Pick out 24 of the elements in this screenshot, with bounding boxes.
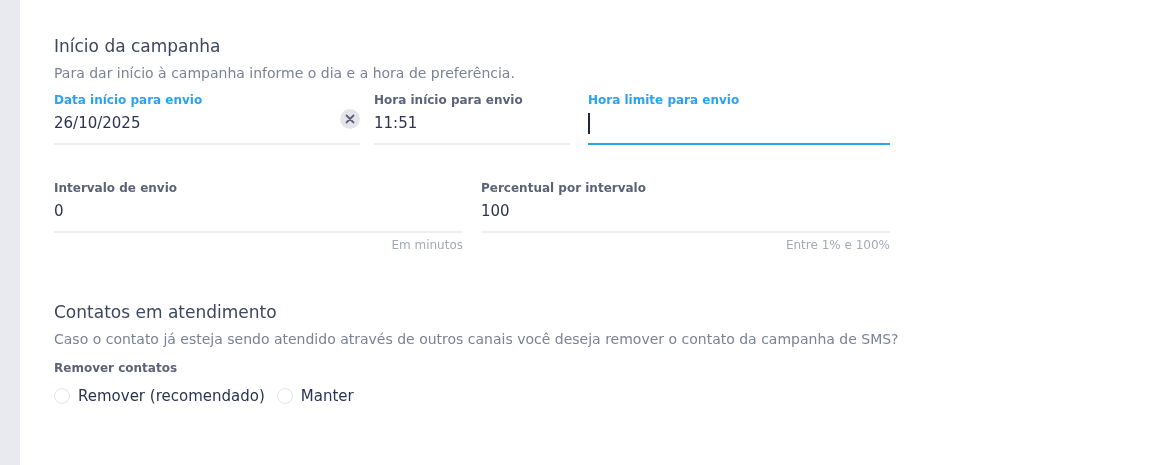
- clear-icon[interactable]: [340, 109, 360, 129]
- radio-option[interactable]: Manter: [276, 387, 354, 405]
- radio-label: Manter: [300, 387, 354, 405]
- input-field[interactable]: Percentual por intervalo 100: [481, 179, 890, 233]
- field-hint: Entre 1% e 100%: [784, 238, 890, 252]
- section-description: Para dar início à campanha informe o dia e a hora de preferência.: [54, 64, 516, 83]
- field-label: Hora início para envio: [374, 92, 524, 109]
- field-hint: Em minutos: [390, 238, 463, 252]
- section-description: Caso o contato já esteja sendo atendido através de outros canais você deseja remover o contato da campanha de SMS?: [54, 330, 900, 349]
- input-field[interactable]: Data início para envio 26/10/2025: [54, 91, 360, 145]
- group-label: Remover contatos: [54, 361, 179, 375]
- field-value: 100: [481, 202, 510, 220]
- input-field[interactable]: Intervalo de envio 0: [54, 179, 463, 233]
- section-title: Contatos em atendimento: [54, 301, 278, 324]
- field-value: 0: [54, 202, 64, 220]
- field-label: Data início para envio: [54, 92, 204, 109]
- field-label: Hora limite para envio: [588, 92, 741, 109]
- field-value: 26/10/2025: [54, 114, 141, 132]
- field-value: 11:51: [374, 114, 418, 132]
- field-label: Percentual por intervalo: [481, 180, 647, 197]
- input-field[interactable]: Hora início para envio 11:51: [374, 91, 570, 145]
- field-label: Intervalo de envio: [54, 180, 179, 197]
- text-cursor: [588, 112, 590, 134]
- section-title: Início da campanha: [54, 35, 222, 58]
